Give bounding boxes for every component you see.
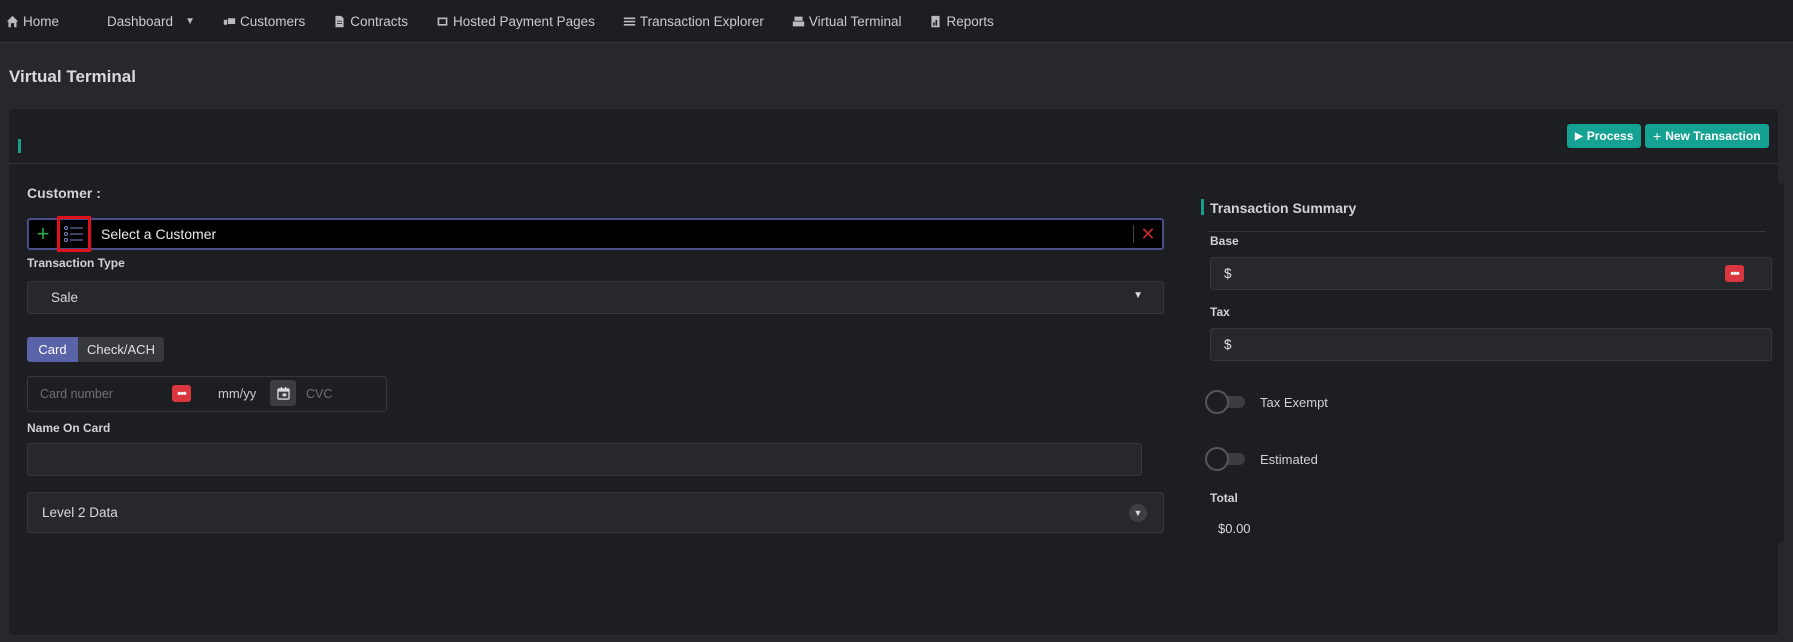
summary-accent-bar — [1201, 199, 1204, 215]
tax-input[interactable]: $ — [1210, 328, 1772, 361]
nav-transaction-explorer[interactable]: Transaction Explorer — [623, 14, 764, 29]
cvc-input[interactable]: CVC — [306, 387, 332, 401]
list-icon — [623, 16, 636, 26]
calendar-icon[interactable] — [270, 380, 296, 406]
level-2-data-accordion[interactable]: Level 2 Data ▼ — [27, 492, 1164, 533]
new-transaction-button-label: New Transaction — [1665, 129, 1761, 143]
panel-divider — [9, 163, 1778, 164]
nav-home-label: Home — [23, 13, 60, 29]
expiry-input[interactable]: mm/yy — [218, 386, 256, 401]
transaction-summary-panel: Transaction Summary Base $ ••• Tax $ Tax… — [1192, 183, 1784, 543]
nav-virtual-terminal[interactable]: Virtual Terminal — [792, 13, 902, 29]
plus-icon: + — [1653, 128, 1662, 144]
tax-label: Tax — [1210, 305, 1230, 319]
customer-list-button[interactable] — [57, 216, 91, 252]
total-label: Total — [1210, 491, 1238, 505]
report-icon — [931, 15, 941, 27]
customer-select[interactable]: + Select a Customer ✕ — [27, 216, 1164, 252]
nav-home[interactable]: Home — [6, 14, 59, 29]
base-input[interactable]: $ ••• — [1210, 257, 1772, 290]
tax-currency-prefix: $ — [1224, 337, 1232, 352]
tax-exempt-toggle[interactable] — [1205, 390, 1247, 414]
card-autofill-icon[interactable]: ••• — [172, 385, 191, 402]
chevron-down-icon[interactable]: ▼ — [1129, 504, 1147, 522]
base-currency-prefix: $ — [1224, 266, 1232, 281]
nav-dashboard[interactable]: Dashboard ▼ — [107, 14, 195, 29]
nav-virtual-terminal-label: Virtual Terminal — [808, 13, 902, 29]
base-autofill-icon[interactable]: ••• — [1725, 265, 1744, 282]
nav-contracts[interactable]: Contracts — [333, 14, 408, 29]
total-value: $0.00 — [1218, 521, 1251, 536]
top-navigation: Home Dashboard ▼ Customers Contracts Hos… — [0, 0, 1793, 43]
new-transaction-button[interactable]: + New Transaction — [1645, 124, 1769, 148]
card-number-input[interactable]: Card number — [40, 387, 113, 401]
transaction-type-select[interactable]: Sale ▼ — [27, 281, 1164, 314]
base-label: Base — [1210, 234, 1239, 248]
list-icon — [64, 226, 83, 242]
close-icon[interactable]: ✕ — [1134, 224, 1162, 245]
document-icon — [335, 15, 344, 27]
pages-icon — [437, 16, 448, 26]
nav-contracts-label: Contracts — [350, 13, 409, 29]
nav-dashboard-label: Dashboard — [107, 13, 174, 29]
nav-transaction-explorer-label: Transaction Explorer — [639, 13, 764, 29]
panel-accent-bar — [18, 139, 21, 153]
level-2-data-label: Level 2 Data — [42, 505, 118, 520]
add-customer-icon[interactable]: + — [29, 223, 57, 245]
nav-reports[interactable]: Reports — [929, 13, 994, 29]
estimated-label: Estimated — [1260, 452, 1318, 467]
nav-hosted-payment-pages-label: Hosted Payment Pages — [453, 13, 595, 29]
chevron-down-icon: ▼ — [1133, 290, 1143, 301]
transaction-type-label: Transaction Type — [27, 256, 125, 270]
chevron-down-icon: ▼ — [185, 15, 195, 27]
process-button-label: Process — [1586, 129, 1634, 143]
tab-check-ach-label: Check/ACH — [87, 342, 155, 357]
transaction-summary-title: Transaction Summary — [1210, 200, 1357, 216]
estimated-toggle[interactable] — [1205, 447, 1247, 471]
tab-card[interactable]: Card — [27, 337, 78, 362]
page-title: Virtual Terminal — [9, 67, 136, 86]
card-input-group: Card number ••• mm/yy CVC — [27, 376, 387, 412]
nav-reports-label: Reports — [946, 13, 994, 29]
summary-divider — [1209, 231, 1766, 232]
customer-select-placeholder: Select a Customer — [101, 226, 217, 242]
home-icon — [6, 15, 19, 27]
estimated-toggle-knob — [1205, 447, 1229, 471]
nav-customers[interactable]: Customers — [223, 14, 305, 29]
name-on-card-label: Name On Card — [27, 421, 111, 435]
tab-check-ach[interactable]: Check/ACH — [78, 337, 164, 362]
customer-label: Customer : — [27, 185, 101, 201]
nav-customers-label: Customers — [239, 13, 306, 29]
terminal-icon — [792, 16, 805, 26]
nav-hosted-payment-pages[interactable]: Hosted Payment Pages — [436, 14, 595, 29]
calendar-svg — [276, 386, 290, 400]
transaction-type-value: Sale — [51, 290, 79, 305]
tax-exempt-toggle-knob — [1205, 390, 1229, 414]
tax-exempt-label: Tax Exempt — [1260, 395, 1328, 410]
tab-card-label: Card — [38, 342, 67, 357]
play-icon: ▶ — [1575, 130, 1583, 142]
process-button[interactable]: ▶ Process — [1567, 124, 1642, 148]
name-on-card-input[interactable] — [27, 443, 1142, 476]
customers-icon — [223, 17, 236, 25]
